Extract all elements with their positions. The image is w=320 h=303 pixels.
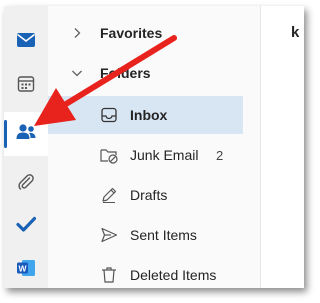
folder-label-drafts: Drafts xyxy=(130,187,168,203)
outlook-window: W Favorites Folders Inbox Junk Email 2 D… xyxy=(4,6,304,288)
drafts-icon xyxy=(98,184,120,206)
message-list-pane: k xyxy=(260,6,304,288)
folder-pane: Favorites Folders Inbox Junk Email 2 Dra… xyxy=(48,6,260,288)
inbox-icon xyxy=(98,104,120,126)
message-list-title-partial: k xyxy=(291,24,300,41)
folder-label-junk: Junk Email xyxy=(130,147,199,163)
rail-people-button[interactable] xyxy=(4,112,48,156)
todo-icon xyxy=(16,216,37,237)
folder-label-inbox: Inbox xyxy=(130,107,168,123)
folder-label-sent: Sent Items xyxy=(130,227,197,243)
people-icon xyxy=(15,123,37,146)
folder-item-junk[interactable]: Junk Email 2 xyxy=(48,136,243,174)
mail-icon xyxy=(16,32,36,53)
folder-label-deleted: Deleted Items xyxy=(130,267,217,283)
rail-calendar-button[interactable] xyxy=(4,64,48,108)
favorites-header[interactable]: Favorites xyxy=(48,14,243,52)
chevron-down-icon xyxy=(70,66,84,80)
folder-item-deleted[interactable]: Deleted Items xyxy=(48,256,243,288)
folder-item-inbox[interactable]: Inbox xyxy=(48,96,243,134)
rail-todo-button[interactable] xyxy=(4,204,48,248)
svg-text:W: W xyxy=(18,263,27,273)
favorites-label: Favorites xyxy=(100,25,163,41)
folders-label: Folders xyxy=(100,65,151,81)
unread-count-badge: 2 xyxy=(216,147,224,163)
folder-item-sent[interactable]: Sent Items xyxy=(48,216,243,254)
rail-word-button[interactable]: W xyxy=(4,248,48,288)
folders-header[interactable]: Folders xyxy=(48,54,243,92)
junk-icon xyxy=(98,144,120,166)
sent-icon xyxy=(98,224,120,246)
rail-mail-button[interactable] xyxy=(4,20,48,64)
attachment-icon xyxy=(17,173,35,196)
folder-item-drafts[interactable]: Drafts xyxy=(48,176,243,214)
chevron-right-icon xyxy=(70,26,84,40)
rail-files-button[interactable] xyxy=(4,162,48,206)
trash-icon xyxy=(98,264,120,286)
word-icon: W xyxy=(16,259,36,282)
app-rail: W xyxy=(4,6,49,288)
calendar-icon xyxy=(17,75,35,98)
